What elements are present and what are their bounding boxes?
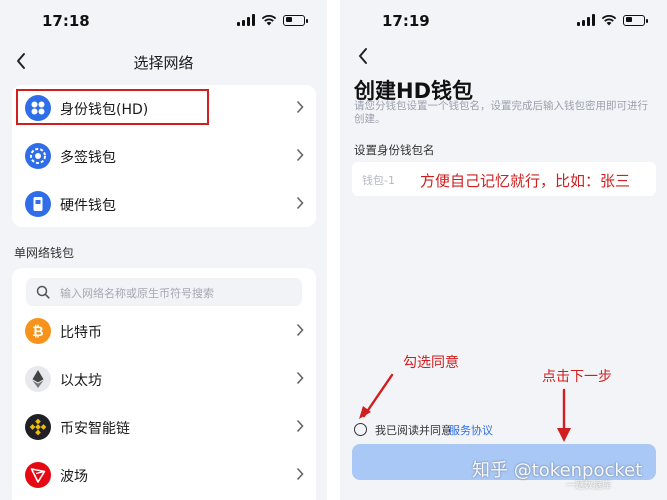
network-list: 输入网络名称或原生币符号搜索 ₿ 比特币 以太坊 币安智能链 波场 <box>12 268 316 500</box>
bitcoin-icon: ₿ <box>25 318 51 344</box>
agree-radio[interactable] <box>354 423 367 436</box>
search-placeholder: 输入网络名称或原生币符号搜索 <box>60 287 214 300</box>
status-bar: 17:19 <box>340 0 667 40</box>
section-label: 单网络钱包 <box>14 246 75 260</box>
wifi-icon <box>261 15 277 26</box>
signal-icon <box>577 14 595 26</box>
network-item-bitcoin[interactable]: ₿ 比特币 <box>12 308 316 354</box>
annotation-arrow-next <box>557 388 571 442</box>
highlight-annotation-box <box>16 89 209 125</box>
bnb-chain-icon <box>25 414 51 440</box>
page-description: 请您分钱包设置一个钱包名，设置完成后输入钱包密用即可进行创建。 <box>354 100 648 125</box>
wallet-type-hardware[interactable]: 硬件钱包 <box>12 181 316 227</box>
status-icons <box>237 14 308 26</box>
network-label: 比特币 <box>60 325 102 341</box>
chevron-right-icon <box>296 419 304 433</box>
page-title: 选择网络 <box>133 54 194 72</box>
status-time: 17:19 <box>382 12 430 30</box>
status-time: 17:18 <box>42 12 90 30</box>
network-label: 波场 <box>60 469 88 485</box>
annotation-next: 点击下一步 <box>542 369 612 385</box>
network-item-bnb-chain[interactable]: 币安智能链 <box>12 404 316 450</box>
annotation-arrow-agree <box>359 373 394 419</box>
chevron-right-icon <box>296 100 304 114</box>
status-bar: 17:18 <box>0 0 327 40</box>
network-label: 以太坊 <box>60 373 102 389</box>
watermark-small: 一题数据库 <box>566 481 612 491</box>
chevron-right-icon <box>296 467 304 481</box>
chevron-right-icon <box>296 323 304 337</box>
network-label: 币安智能链 <box>60 421 130 437</box>
network-item-tron[interactable]: 波场 <box>12 452 316 498</box>
wallet-type-label: 多签钱包 <box>60 150 116 166</box>
search-icon <box>36 285 50 299</box>
hardware-wallet-icon <box>25 191 51 217</box>
battery-icon <box>623 14 648 26</box>
wallet-type-label: 硬件钱包 <box>60 198 116 214</box>
multisig-wallet-icon <box>25 143 51 169</box>
ethereum-icon <box>25 366 51 392</box>
wallet-name-placeholder: 钱包-1 <box>362 174 395 187</box>
status-icons <box>577 14 648 26</box>
service-agreement-link[interactable]: 服务协议 <box>449 422 493 438</box>
wallet-name-label: 设置身份钱包名 <box>354 143 435 157</box>
wifi-icon <box>601 15 617 26</box>
battery-icon <box>283 14 308 26</box>
chevron-right-icon <box>296 196 304 210</box>
right-screen: 17:19 创建HD钱包 请您分钱包设置一个钱包名，设置完成后输入钱包密用即可进… <box>340 0 667 500</box>
network-item-ethereum[interactable]: 以太坊 <box>12 356 316 402</box>
nav-bar: 选择网络 <box>0 46 327 78</box>
wallet-name-input[interactable]: 钱包-1 方便自己记忆就行，比如：张三 <box>352 162 656 196</box>
watermark: 知乎 @tokenpocket <box>472 460 643 481</box>
tron-icon <box>25 462 51 488</box>
signal-icon <box>237 14 255 26</box>
chevron-right-icon <box>296 371 304 385</box>
back-arrow-icon[interactable] <box>356 46 370 66</box>
chevron-right-icon <box>296 148 304 162</box>
annotation-name-hint: 方便自己记忆就行，比如：张三 <box>420 172 631 190</box>
svg-text:₿: ₿ <box>32 324 43 340</box>
network-search-input[interactable]: 输入网络名称或原生币符号搜索 <box>26 278 302 306</box>
agree-text: 我已阅读并同意 <box>375 424 452 437</box>
left-screen: 17:18 选择网络 身份钱包(HD) 多签钱包 硬件钱包 单网络钱包 输入网络… <box>0 0 327 500</box>
annotation-agree: 勾选同意 <box>403 355 459 371</box>
wallet-type-multisig[interactable]: 多签钱包 <box>12 133 316 179</box>
